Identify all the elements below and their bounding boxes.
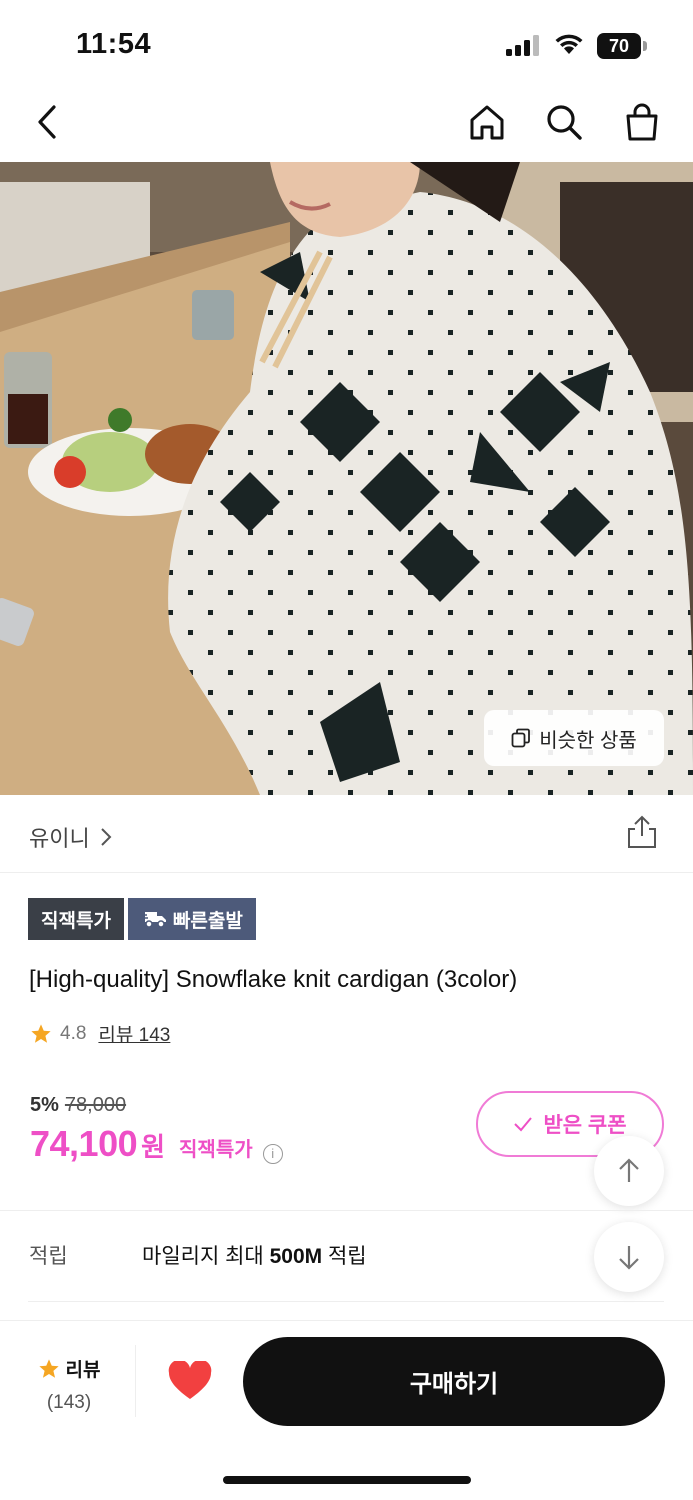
currency: 원 (141, 1132, 166, 1162)
buy-button[interactable]: 구매하기 (243, 1337, 665, 1426)
scroll-up-button[interactable] (594, 1136, 664, 1206)
home-icon (470, 105, 504, 140)
star-icon (38, 1358, 59, 1378)
share-icon[interactable] (626, 815, 658, 849)
brand-link[interactable]: 유이니 (29, 821, 112, 853)
review-summary-button[interactable]: 리뷰 (143) (34, 1355, 104, 1414)
chevron-right-icon (101, 828, 112, 846)
mileage-row: 적립 마일리지 최대 500M 적립 (29, 1240, 367, 1270)
similar-products-label: 비슷한 상품 (539, 729, 637, 752)
price-block: 5% 78,000 74,100 원 직잭특가 i (30, 1094, 283, 1165)
original-price: 78,000 (64, 1094, 127, 1116)
brand-row: 유이니 (0, 795, 693, 873)
product-photo (0, 162, 693, 795)
coupon-label: 받은 쿠폰 (543, 1114, 627, 1137)
rating-row: 4.8 리뷰 143 (30, 1020, 170, 1047)
divider (0, 1210, 693, 1211)
cart-button[interactable] (620, 100, 664, 144)
clock: 11:54 (76, 28, 152, 60)
brand-name: 유이니 (29, 826, 90, 851)
review-label: 리뷰 (65, 1360, 101, 1381)
home-button[interactable] (465, 100, 509, 144)
heart-icon[interactable] (168, 1361, 212, 1401)
back-icon (38, 105, 56, 139)
price-tag: 직잭특가 (179, 1139, 253, 1161)
back-button[interactable] (26, 100, 70, 144)
final-price: 74,100 (30, 1123, 138, 1164)
mileage-text-suffix: 적립 (322, 1245, 367, 1268)
status-bar: 11:54 70 (0, 0, 693, 84)
direct-deal-badge: 직잭특가 (28, 898, 124, 940)
shopping-bag-icon (626, 103, 658, 141)
search-icon (547, 105, 582, 140)
arrow-down-icon (619, 1246, 639, 1270)
fast-shipping-label: 빠른출발 (172, 910, 243, 932)
battery-icon: 70 (597, 33, 647, 59)
home-indicator (223, 1476, 471, 1484)
check-icon (514, 1117, 533, 1132)
rating-score: 4.8 (60, 1022, 87, 1044)
scroll-down-button[interactable] (594, 1222, 664, 1292)
cellular-signal-icon (506, 35, 539, 56)
divider (28, 1301, 664, 1302)
similar-products-button[interactable]: 비슷한 상품 (484, 710, 664, 766)
discount-percent: 5% (30, 1094, 59, 1116)
info-icon[interactable]: i (262, 1143, 283, 1164)
review-link[interactable]: 리뷰 143 (98, 1020, 170, 1047)
divider (135, 1345, 136, 1417)
mileage-amount: 500M (269, 1245, 323, 1268)
product-image[interactable]: 비슷한 상품 (0, 162, 693, 795)
star-icon (31, 1023, 51, 1043)
truck-icon (140, 912, 166, 928)
search-button[interactable] (542, 100, 586, 144)
wifi-icon (555, 34, 583, 54)
bottom-action-bar: 리뷰 (143) 구매하기 (0, 1320, 693, 1500)
copy-icon (511, 728, 531, 748)
review-count: (143) (46, 1392, 92, 1413)
mileage-text-prefix: 마일리지 최대 (142, 1245, 270, 1268)
product-title: [High-quality] Snowflake knit cardigan (… (29, 966, 518, 993)
arrow-up-icon (619, 1158, 639, 1182)
battery-level: 70 (597, 33, 641, 59)
top-nav (0, 84, 693, 162)
mileage-label: 적립 (29, 1245, 68, 1268)
fast-shipping-badge: 빠른출발 (127, 898, 256, 940)
badge-list: 직잭특가 빠른출발 (28, 898, 256, 940)
